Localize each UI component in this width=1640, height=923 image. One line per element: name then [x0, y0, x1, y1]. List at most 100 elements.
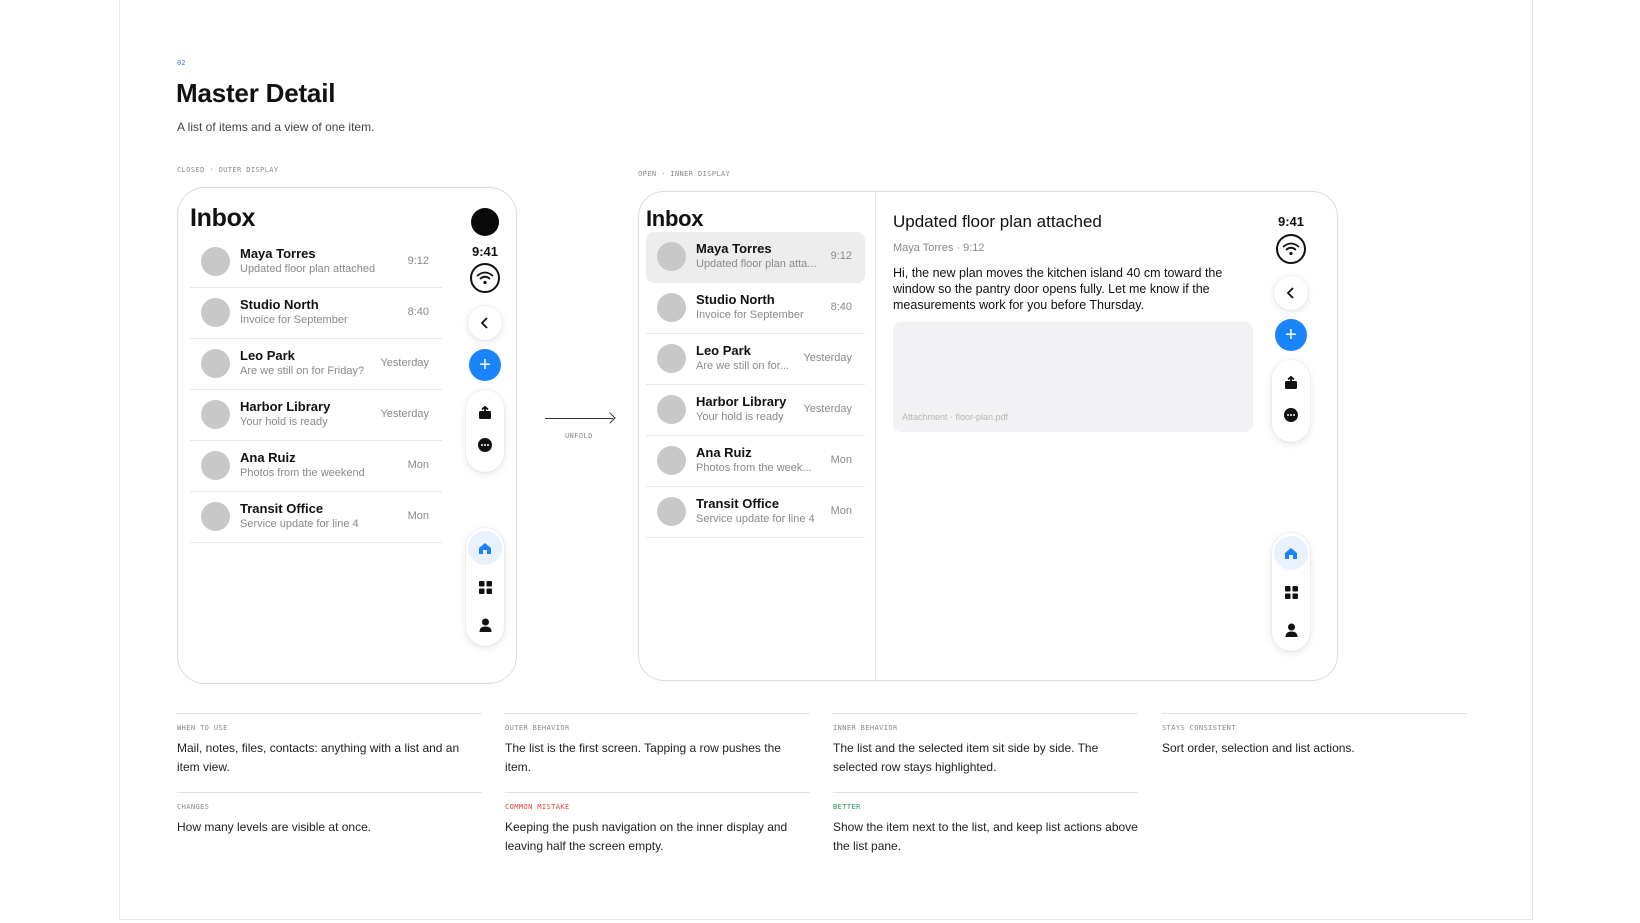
note-text: Sort order, selection and list actions. — [1162, 741, 1355, 755]
avatar — [657, 395, 686, 424]
message-row[interactable]: Leo Park Are we still on for... Yesterday — [646, 334, 865, 385]
message-row-selected[interactable]: Maya Torres Updated floor plan atta... 9:1… — [646, 232, 865, 283]
message-time: Mon — [407, 510, 429, 522]
action-rail — [1272, 360, 1310, 442]
sender-name: Ana Ruiz — [240, 450, 296, 465]
nav-home[interactable] — [466, 529, 504, 567]
message-row[interactable]: Transit Office Service update for line 4 M… — [190, 492, 442, 543]
message-time: 8:40 — [407, 306, 429, 318]
message-time: Mon — [830, 454, 852, 466]
action-rail — [466, 390, 504, 472]
avatar — [201, 400, 230, 429]
caption-closed: CLOSED · OUTER DISPLAY — [177, 166, 279, 174]
message-preview: Invoice for September — [696, 309, 804, 321]
note-label: BETTER — [833, 803, 861, 811]
note-label: STAYS CONSISTENT — [1162, 724, 1236, 732]
nav-rail — [1272, 533, 1310, 651]
message-row[interactable]: Maya Torres Updated floor plan attached 9:… — [190, 237, 442, 288]
message-row[interactable]: Harbor Library Your hold is ready Yesterda… — [646, 385, 865, 436]
camera-cutout — [471, 208, 499, 236]
note-label: WHEN TO USE — [177, 724, 228, 732]
message-preview: Service update for line 4 — [696, 513, 815, 525]
note-changes: CHANGES How many levels are visible at o… — [177, 792, 482, 837]
message-preview: Updated floor plan attached — [240, 263, 376, 275]
sender-name: Maya Torres — [696, 241, 772, 256]
message-row[interactable]: Studio North Invoice for September 8:40 — [646, 283, 865, 334]
unfold-label: UNFOLD — [565, 432, 593, 440]
detail-meta: Maya Torres · 9:12 — [893, 242, 985, 254]
nav-profile[interactable] — [466, 606, 504, 644]
note-stays-consistent: STAYS CONSISTENT Sort order, selection a… — [1162, 713, 1467, 758]
more-icon — [1284, 408, 1298, 422]
note-text: How many levels are visible at once. — [177, 820, 372, 834]
message-preview: Are we still on for Friday? — [240, 365, 365, 377]
message-time: Mon — [830, 505, 852, 517]
avatar — [201, 247, 230, 276]
message-preview: Service update for line 4 — [240, 518, 359, 530]
message-time: Yesterday — [380, 357, 429, 369]
page-subtitle: A list of items and a view of one item. — [177, 120, 375, 134]
share-icon — [1285, 376, 1297, 389]
message-preview: Photos from the week... — [696, 462, 812, 474]
note-label: OUTER BEHAVIOR — [505, 724, 570, 732]
message-preview: Photos from the weekend — [240, 467, 365, 479]
back-button[interactable] — [1274, 276, 1308, 310]
message-time: 8:40 — [830, 301, 852, 313]
note-text: Show the item next to the list, and keep… — [833, 820, 1138, 853]
nav-rail — [466, 528, 504, 646]
home-icon — [479, 542, 491, 554]
compose-button[interactable]: + — [469, 349, 501, 381]
avatar — [657, 497, 686, 526]
status-clock: 9:41 — [1277, 214, 1305, 229]
sender-name: Leo Park — [240, 348, 295, 363]
message-time: Yesterday — [380, 408, 429, 420]
nav-home[interactable] — [1272, 534, 1310, 572]
sender-name: Studio North — [240, 297, 319, 312]
pane-divider — [875, 192, 876, 680]
plus-icon: + — [479, 354, 491, 376]
section-number: 02 — [177, 59, 186, 67]
person-icon — [1285, 623, 1297, 637]
grid-icon — [478, 580, 492, 594]
nav-grid[interactable] — [466, 568, 504, 606]
avatar — [201, 502, 230, 531]
wifi-icon — [1276, 234, 1306, 264]
avatar — [201, 451, 230, 480]
message-row[interactable]: Leo Park Are we still on for Friday? Yeste… — [190, 339, 442, 390]
avatar — [657, 242, 686, 271]
home-icon — [1285, 547, 1297, 559]
wifi-icon — [470, 263, 500, 293]
plus-icon: + — [1285, 324, 1297, 346]
more-button[interactable] — [1272, 396, 1310, 434]
unfold-arrow — [545, 418, 613, 419]
more-button[interactable] — [466, 426, 504, 464]
message-row[interactable]: Ana Ruiz Photos from the weekend Mon — [190, 441, 442, 492]
sender-name: Harbor Library — [696, 394, 787, 409]
avatar — [657, 344, 686, 373]
message-list: Maya Torres Updated floor plan atta... 9:1… — [646, 232, 865, 538]
message-time: Mon — [407, 459, 429, 471]
nav-grid[interactable] — [1272, 573, 1310, 611]
note-better: BETTER Show the item next to the list, a… — [833, 792, 1138, 856]
inbox-heading: Inbox — [190, 204, 256, 232]
note-text: Keeping the push navigation on the inner… — [505, 820, 788, 853]
message-row[interactable]: Transit Office Service update for line 4 M… — [646, 487, 865, 538]
compose-button[interactable]: + — [1275, 319, 1307, 351]
message-time: Yesterday — [803, 403, 852, 415]
attachment-preview[interactable]: Attachment · floor-plan.pdf — [893, 322, 1253, 432]
message-row[interactable]: Ana Ruiz Photos from the week... Mon — [646, 436, 865, 487]
note-common-mistake: COMMON MISTAKE Keeping the push navigati… — [505, 792, 810, 856]
chevron-left-icon — [480, 317, 488, 329]
message-preview: Are we still on for... — [696, 360, 789, 372]
message-time: Yesterday — [803, 352, 852, 364]
status-clock: 9:41 — [471, 244, 499, 259]
note-text: Mail, notes, files, contacts: anything w… — [177, 741, 460, 774]
message-row[interactable]: Harbor Library Your hold is ready Yesterda… — [190, 390, 442, 441]
note-text: The list and the selected item sit side … — [833, 741, 1099, 774]
back-button[interactable] — [468, 306, 502, 340]
avatar — [657, 293, 686, 322]
inbox-heading: Inbox — [646, 206, 704, 231]
message-row[interactable]: Studio North Invoice for September 8:40 — [190, 288, 442, 339]
sender-name: Harbor Library — [240, 399, 331, 414]
nav-profile[interactable] — [1272, 611, 1310, 649]
